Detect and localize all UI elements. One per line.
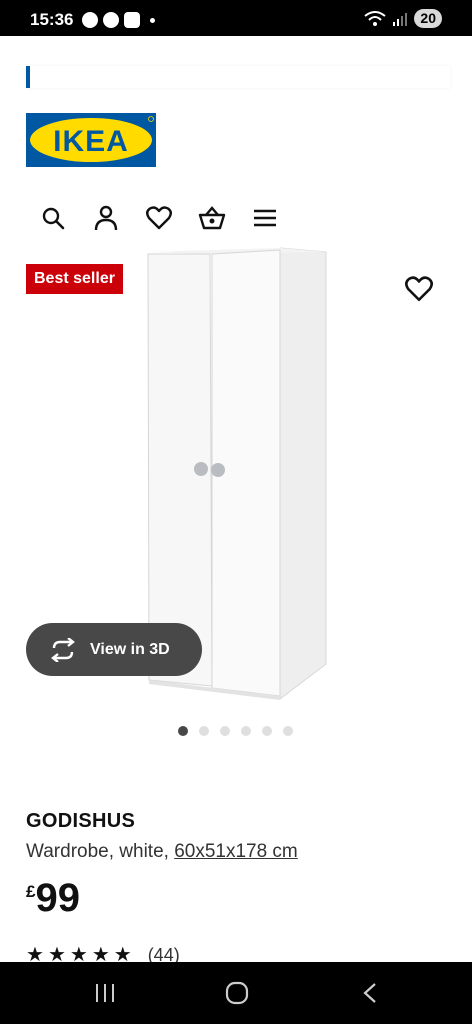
star-icon: ★ bbox=[47, 947, 66, 963]
price-amount: 99 bbox=[35, 876, 80, 920]
view-in-3d-label: View in 3D bbox=[90, 640, 170, 658]
back-icon[interactable] bbox=[355, 978, 385, 1008]
product-price: £99 bbox=[26, 876, 80, 921]
system-navigation-bar bbox=[0, 962, 472, 1024]
facebook-icon bbox=[82, 12, 98, 28]
carousel-dot[interactable] bbox=[241, 726, 251, 736]
app-notification-icon bbox=[124, 12, 140, 28]
image-carousel-dots bbox=[178, 726, 293, 736]
home-icon[interactable] bbox=[222, 978, 252, 1008]
user-icon[interactable] bbox=[91, 203, 121, 233]
product-description: Wardrobe, white, 60x51x178 cm bbox=[26, 841, 298, 863]
half-star-icon: ★ bbox=[113, 947, 132, 963]
signal-icon bbox=[393, 12, 408, 26]
search-icon[interactable] bbox=[38, 203, 68, 233]
star-icon: ★ bbox=[91, 947, 110, 963]
product-rating[interactable]: ★ ★ ★ ★ ★ (44) bbox=[26, 947, 180, 963]
rotate-3d-icon bbox=[51, 637, 75, 662]
star-icon: ★ bbox=[26, 947, 44, 963]
wifi-icon bbox=[364, 10, 387, 26]
product-dimensions-link[interactable]: 60x51x178 cm bbox=[174, 841, 298, 862]
heart-icon bbox=[405, 276, 433, 302]
status-bar: 15:36 20 bbox=[0, 0, 472, 36]
carousel-dot[interactable] bbox=[262, 726, 272, 736]
carousel-dot[interactable] bbox=[178, 726, 188, 736]
recents-icon[interactable] bbox=[90, 978, 120, 1008]
menu-icon[interactable] bbox=[250, 203, 280, 233]
carousel-dot[interactable] bbox=[199, 726, 209, 736]
header-nav bbox=[38, 203, 280, 233]
battery-indicator: 20 bbox=[414, 9, 442, 28]
rating-count: (44) bbox=[147, 947, 180, 963]
heart-icon[interactable] bbox=[144, 203, 174, 233]
ikea-logo[interactable]: IKEA bbox=[26, 113, 156, 167]
basket-icon[interactable] bbox=[197, 203, 227, 233]
best-seller-badge: Best seller bbox=[26, 264, 123, 294]
clock: 15:36 bbox=[30, 10, 74, 29]
info-banner bbox=[26, 66, 450, 88]
currency-symbol: £ bbox=[26, 882, 36, 901]
view-in-3d-button[interactable]: View in 3D bbox=[26, 623, 202, 676]
messenger-icon bbox=[103, 12, 119, 28]
star-icon: ★ bbox=[69, 947, 88, 963]
add-to-favorites-button[interactable] bbox=[405, 276, 433, 304]
product-type: Wardrobe, white, bbox=[26, 841, 175, 862]
carousel-dot[interactable] bbox=[220, 726, 230, 736]
svg-text:IKEA: IKEA bbox=[53, 125, 129, 158]
product-name: GODISHUS bbox=[26, 810, 136, 832]
more-notifications-dot bbox=[150, 18, 155, 23]
carousel-dot[interactable] bbox=[283, 726, 293, 736]
